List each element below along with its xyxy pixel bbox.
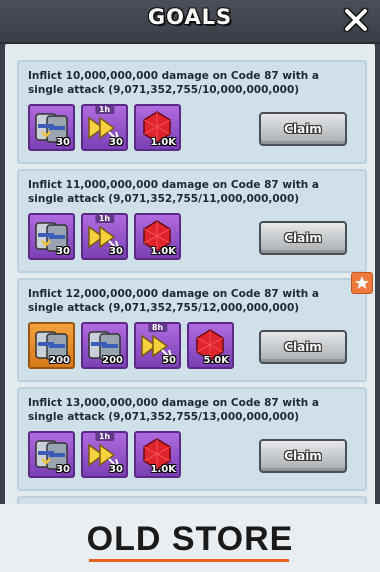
store-underline [89, 559, 289, 562]
reward-gear-chest[interactable]: 30 [28, 104, 75, 151]
claim-button[interactable]: Claim [259, 330, 347, 364]
close-icon[interactable] [342, 6, 370, 34]
page-title: GOALS [147, 5, 233, 29]
reward-quantity: 30 [56, 137, 70, 148]
reward-gear-chest[interactable]: 30 [28, 213, 75, 260]
reward-quantity: 30 [109, 137, 123, 148]
reward-quantity: 1.0K [150, 137, 176, 148]
claim-button[interactable]: Claim [259, 221, 347, 255]
goal-card: Inflict 10,000,000,000 damage on Code 87… [17, 60, 367, 164]
old-store-label: OLD STORE [86, 520, 294, 558]
reward-ruby[interactable]: 5.0K [187, 322, 234, 369]
reward-quantity: 5.0K [203, 355, 229, 366]
reward-duration: 1h [94, 106, 115, 114]
goal-description: Inflict 10,000,000,000 damage on Code 87… [28, 70, 319, 96]
claim-button[interactable]: Claim [259, 439, 347, 473]
reward-ruby[interactable]: 1.0K [134, 431, 181, 478]
reward-speedup[interactable]: 1h 30 [81, 104, 128, 151]
reward-duration: 1h [94, 433, 115, 441]
reward-quantity: 30 [56, 246, 70, 257]
reward-gear-chest[interactable]: 200 [28, 322, 75, 369]
top-bar: GOALS [0, 0, 380, 44]
reward-quantity: 1.0K [150, 246, 176, 257]
goal-description: Inflict 13,000,000,000 damage on Code 87… [28, 397, 319, 423]
reward-ruby[interactable]: 1.0K [134, 213, 181, 260]
reward-quantity: 1.0K [150, 464, 176, 475]
reward-quantity: 200 [49, 355, 70, 366]
reward-quantity: 30 [109, 246, 123, 257]
reward-speedup[interactable]: 1h 30 [81, 431, 128, 478]
star-icon [351, 272, 373, 294]
reward-quantity: 50 [162, 355, 176, 366]
claim-button[interactable]: Claim [259, 112, 347, 146]
reward-speedup[interactable]: 1h 30 [81, 213, 128, 260]
goal-description: Inflict 12,000,000,000 damage on Code 87… [28, 288, 319, 314]
goal-card: Inflict 13,000,000,000 damage on Code 87… [17, 387, 367, 491]
reward-gear-chest[interactable]: 200 [81, 322, 128, 369]
goal-description: Inflict 11,000,000,000 damage on Code 87… [28, 179, 319, 205]
reward-duration: 1h [94, 215, 115, 223]
reward-ruby[interactable]: 1.0K [134, 104, 181, 151]
goal-card: Inflict 11,000,000,000 damage on Code 87… [17, 169, 367, 273]
reward-speedup[interactable]: 8h 50 [134, 322, 181, 369]
reward-gear-chest[interactable]: 30 [28, 431, 75, 478]
reward-quantity: 200 [102, 355, 123, 366]
goal-card: Inflict 12,000,000,000 damage on Code 87… [17, 272, 373, 382]
reward-duration: 8h [147, 324, 168, 332]
old-store-banner[interactable]: OLD STORE [0, 504, 380, 572]
reward-quantity: 30 [109, 464, 123, 475]
goals-list[interactable]: Inflict 10,000,000,000 damage on Code 87… [5, 44, 375, 514]
reward-quantity: 30 [56, 464, 70, 475]
